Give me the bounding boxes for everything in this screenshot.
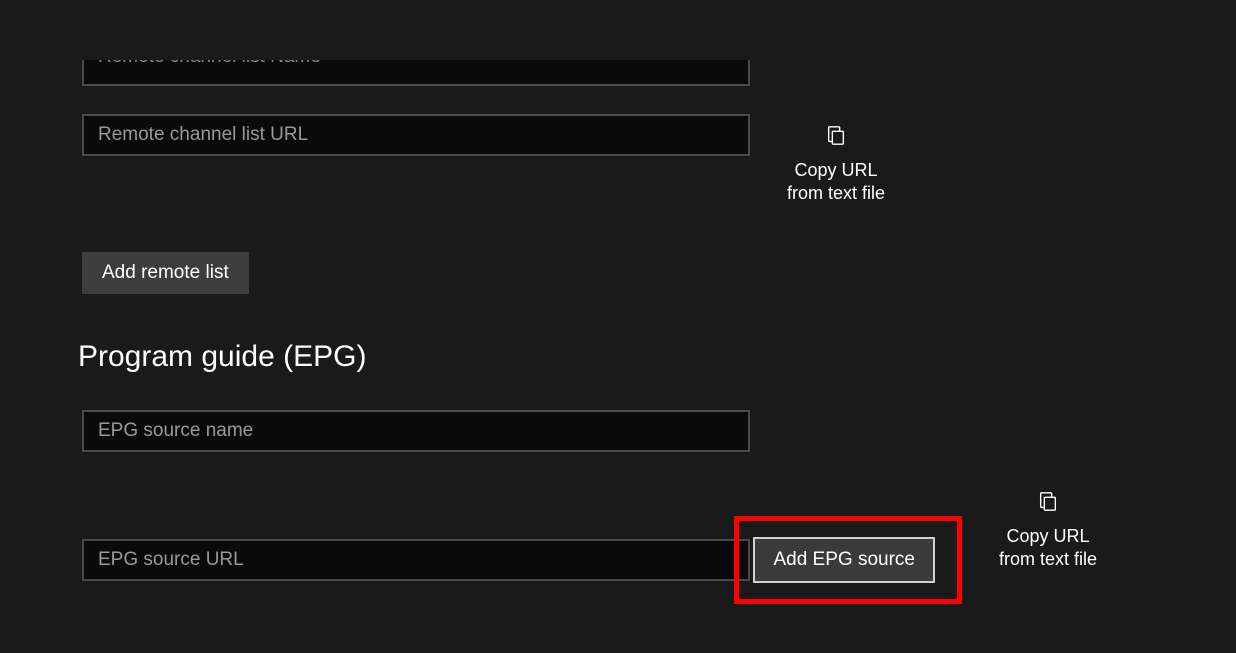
copy-icon bbox=[1037, 490, 1059, 517]
epg-name-input[interactable] bbox=[82, 410, 750, 452]
remote-name-input-partial[interactable]: Remote channel list Name bbox=[82, 60, 750, 86]
epg-name-row bbox=[82, 410, 1236, 452]
remote-url-input[interactable] bbox=[82, 114, 750, 156]
epg-url-row: Add EPG source Copy URL from text file bbox=[82, 480, 1236, 604]
remote-name-placeholder: Remote channel list Name bbox=[98, 60, 321, 68]
add-remote-list-button[interactable]: Add remote list bbox=[82, 252, 249, 294]
copy-icon bbox=[825, 124, 847, 151]
copy-url-remote[interactable]: Copy URL from text file bbox=[786, 124, 886, 206]
copy-url-epg[interactable]: Copy URL from text file bbox=[998, 490, 1098, 572]
remote-url-row: Add remote list Copy URL from text file bbox=[82, 114, 1236, 294]
copy-url-label: Copy URL from text file bbox=[786, 159, 886, 206]
add-epg-source-button[interactable]: Add EPG source bbox=[753, 537, 935, 583]
remote-name-row: Remote channel list Name bbox=[82, 60, 1236, 86]
copy-url-label: Copy URL from text file bbox=[998, 525, 1098, 572]
epg-heading: Program guide (EPG) bbox=[78, 340, 1236, 374]
epg-url-input[interactable] bbox=[82, 539, 750, 581]
add-epg-highlight: Add EPG source bbox=[734, 516, 962, 604]
